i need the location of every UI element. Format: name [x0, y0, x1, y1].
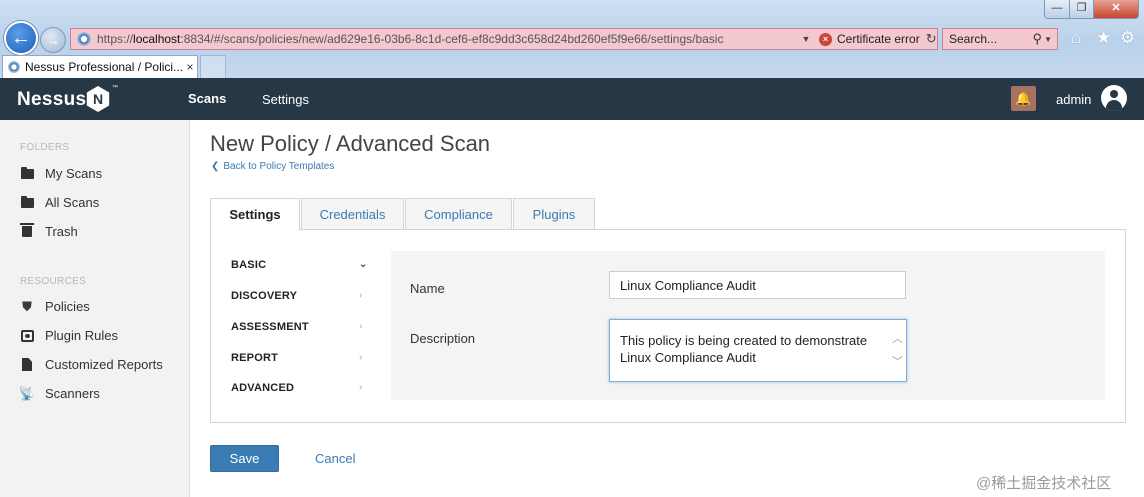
section-advanced[interactable]: ADVANCED [231, 382, 294, 394]
search-icon[interactable]: ⚲ [1033, 31, 1043, 47]
sidebar-item-plugin-rules[interactable]: Plugin Rules [20, 328, 118, 343]
chevron-left-icon: ❮ [211, 161, 220, 172]
basic-settings-form: Name Description This policy is being cr… [391, 251, 1105, 400]
browser-search-box[interactable]: Search... ⚲ ▼ [942, 28, 1058, 50]
window-minimize-button[interactable]: — [1044, 0, 1070, 19]
back-link-label[interactable]: Back to Policy Templates [223, 161, 334, 172]
tab-plugins[interactable]: Plugins [513, 198, 595, 230]
tab-close-icon[interactable]: × [183, 60, 197, 74]
chevron-right-icon[interactable]: › [359, 321, 362, 332]
app-header: Nessus N ™ Scans Settings 🔔 admin [0, 78, 1144, 120]
tools-gear-icon[interactable]: ⚙ [1120, 28, 1135, 48]
shield-icon: ⛊ [22, 298, 32, 314]
section-report[interactable]: REPORT [231, 352, 278, 364]
certificate-error-text[interactable]: Certificate error [837, 32, 920, 46]
sidebar-item-my-scans[interactable]: My Scans [20, 166, 102, 181]
sidebar-heading-folders: FOLDERS [20, 142, 70, 153]
forward-arrow-icon[interactable]: → [40, 27, 66, 53]
scroll-up-icon[interactable]: ︿ [892, 330, 903, 346]
home-icon[interactable]: ⌂ [1071, 28, 1081, 48]
sidebar-item-customized-reports[interactable]: Customized Reports [20, 357, 163, 372]
sidebar-item-label: Customized Reports [45, 357, 163, 372]
browser-chrome: ← → https://localhost:8834/#/scans/polic… [0, 0, 1144, 78]
browser-tab-strip: Nessus Professional / Polici... × [0, 54, 1144, 78]
sidebar-item-label: My Scans [45, 166, 103, 181]
url-text[interactable]: https://localhost:8834/#/scans/policies/… [97, 32, 797, 46]
new-tab-button[interactable] [200, 55, 226, 78]
settings-panel: BASIC ⌄ DISCOVERY › ASSESSMENT › REPORT … [210, 229, 1126, 423]
sidebar-item-scanners[interactable]: 📡 Scanners [18, 385, 100, 402]
watermark: @稀土掘金技术社区 [976, 475, 1112, 492]
sidebar-item-label: Policies [45, 299, 90, 314]
trademark-mark: ™ [112, 85, 118, 91]
search-placeholder[interactable]: Search... [949, 32, 1033, 46]
certificate-error-icon[interactable]: × [819, 32, 832, 46]
folder-icon [20, 166, 34, 181]
nessus-logo[interactable]: Nessus [17, 89, 86, 111]
chevron-down-icon[interactable]: ⌄ [359, 259, 367, 270]
chevron-right-icon[interactable]: › [359, 290, 362, 301]
name-label: Name [410, 281, 445, 296]
sidebar-item-label: Trash [45, 224, 78, 239]
description-field[interactable]: This policy is being created to demonstr… [609, 319, 907, 382]
notifications-bell-icon[interactable]: 🔔 [1011, 86, 1036, 111]
section-basic[interactable]: BASIC [231, 259, 266, 271]
nessus-logo-mark-icon: N [86, 86, 110, 112]
chevron-right-icon[interactable]: › [359, 382, 362, 393]
address-bar[interactable]: https://localhost:8834/#/scans/policies/… [70, 28, 938, 50]
back-arrow-icon[interactable]: ← [4, 21, 38, 55]
sidebar-item-policies[interactable]: ⛊ Policies [20, 298, 90, 315]
sidebar-item-all-scans[interactable]: All Scans [20, 195, 99, 210]
description-label: Description [410, 331, 476, 346]
satellite-dish-icon: 📡 [18, 385, 36, 401]
policy-name-input[interactable] [609, 271, 906, 299]
sidebar-item-label: Plugin Rules [45, 328, 118, 343]
sidebar-heading-resources: RESOURCES [20, 276, 87, 287]
window-maximize-button[interactable]: ❐ [1069, 0, 1094, 19]
tab-settings[interactable]: Settings [210, 198, 300, 231]
user-avatar-icon[interactable] [1101, 85, 1127, 111]
section-discovery[interactable]: DISCOVERY [231, 290, 297, 302]
refresh-icon[interactable]: ↻ [926, 31, 937, 47]
folder-icon [20, 195, 34, 210]
sidebar: FOLDERS My Scans All Scans Trash RESOURC… [0, 120, 190, 497]
site-favicon-icon [77, 32, 91, 46]
tab-title: Nessus Professional / Polici... [25, 60, 183, 74]
window-close-button[interactable]: ✕ [1093, 0, 1139, 19]
page-title: New Policy / Advanced Scan [210, 131, 491, 156]
sidebar-item-label: Scanners [45, 386, 100, 401]
plugin-rules-icon [20, 329, 34, 343]
address-dropdown-icon[interactable]: ▼ [797, 34, 815, 44]
cancel-link[interactable]: Cancel [315, 451, 355, 466]
tab-compliance[interactable]: Compliance [405, 198, 512, 230]
trash-icon [20, 223, 34, 239]
nav-scans[interactable]: Scans [188, 91, 226, 106]
save-button[interactable]: Save [210, 445, 279, 472]
policy-description-input[interactable]: This policy is being created to demonstr… [610, 320, 890, 381]
back-to-templates-link[interactable]: ❮ Back to Policy Templates [211, 157, 338, 172]
section-assessment[interactable]: ASSESSMENT [231, 321, 309, 333]
document-icon [20, 358, 34, 372]
user-name[interactable]: admin [1056, 92, 1091, 107]
sidebar-item-label: All Scans [45, 195, 100, 210]
sidebar-item-trash[interactable]: Trash [20, 223, 78, 239]
search-dropdown-icon[interactable]: ▼ [1044, 35, 1052, 44]
tab-favicon-icon [8, 61, 20, 73]
chevron-right-icon[interactable]: › [359, 352, 362, 363]
browser-tab[interactable]: Nessus Professional / Polici... × [2, 55, 198, 78]
scroll-down-icon[interactable]: ﹀ [892, 353, 903, 369]
tab-credentials[interactable]: Credentials [301, 198, 404, 230]
nav-settings[interactable]: Settings [262, 92, 309, 107]
favorites-star-icon[interactable]: ★ [1096, 28, 1111, 48]
